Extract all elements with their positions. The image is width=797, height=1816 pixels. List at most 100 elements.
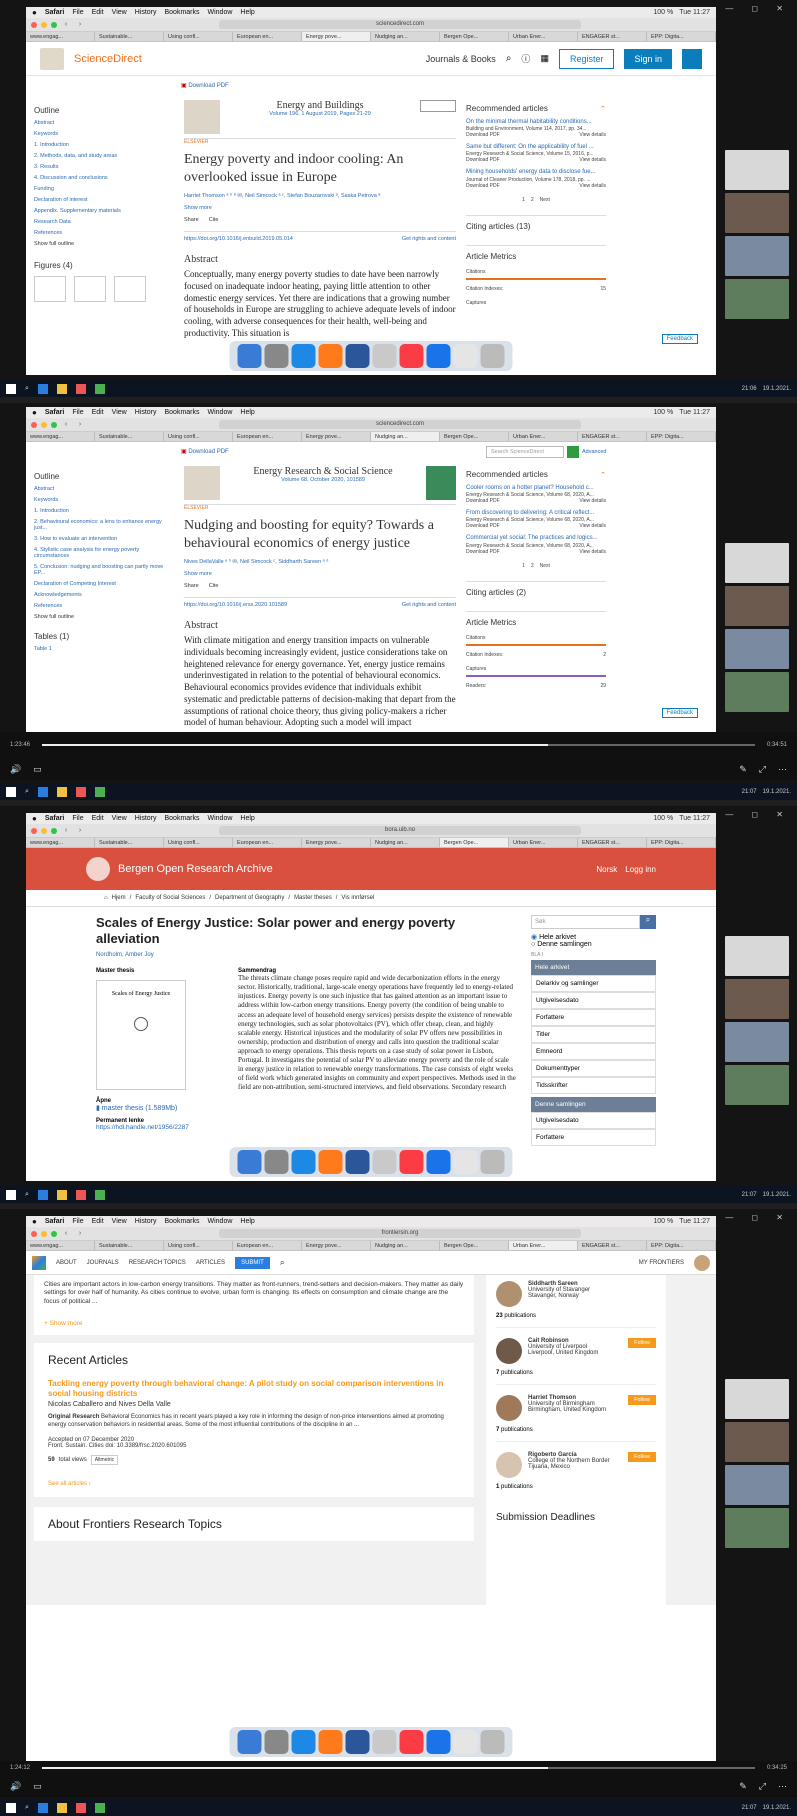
launchpad-icon[interactable] [264,344,289,368]
finder-icon[interactable] [237,1150,262,1174]
browse-item[interactable]: Dokumenttyper [531,1060,656,1077]
tab[interactable]: Nudging an... [371,838,440,847]
show-more-link[interactable]: + Show more [44,1320,464,1328]
nav-research-topics[interactable]: RESEARCH TOPICS [129,1260,186,1266]
menu-file[interactable]: File [72,1218,83,1225]
menu-view[interactable]: View [112,815,127,822]
doi-link[interactable]: https://doi.org/10.1016/j.enbuild.2019.0… [184,236,293,242]
tab[interactable]: www.engag... [26,32,95,41]
pen-icon[interactable]: ✎ [739,764,747,775]
taskbar-app-icon[interactable] [56,786,67,797]
back-icon[interactable]: ‹ [61,21,71,28]
recommended-item-title[interactable]: Commercial yet social: The practices and… [466,535,606,542]
trash-icon[interactable] [480,1150,505,1174]
launchpad-icon[interactable] [264,1150,289,1174]
tab[interactable]: Energy pove... [302,838,371,847]
menu-safari[interactable]: Safari [45,815,64,822]
trash-icon[interactable] [480,1730,505,1754]
collapse-icon[interactable]: ⌃ [600,471,606,479]
tab[interactable]: Urban Ener... [509,838,578,847]
tab[interactable]: Using confl... [164,32,233,41]
more-icon[interactable]: ⋯ [778,764,787,775]
thesis-file-link[interactable]: ▮ master thesis (1.589Mb) [96,1104,226,1112]
taskbar-app-icon[interactable] [75,383,86,394]
advanced-search-link[interactable]: Advanced [582,449,606,455]
minimize-dot-icon[interactable] [41,827,47,834]
pen-icon[interactable]: ✎ [739,1781,747,1792]
show-more-link[interactable]: Show more [184,205,456,211]
firefox-icon[interactable] [318,1150,343,1174]
tab[interactable]: Urban Ener... [509,432,578,441]
outline-item[interactable]: Keywords [34,131,164,137]
outline-item[interactable]: 1. Introduction [34,508,169,514]
finder-icon[interactable] [237,344,262,368]
address-bar[interactable]: sciencedirect.com [219,20,581,29]
menu-edit[interactable]: Edit [92,1218,104,1225]
window-controls[interactable]: — ◻ ✕ [725,1213,791,1222]
rec-download-pdf[interactable]: Download PDF [466,549,500,555]
pager-next[interactable]: Next [540,563,550,569]
tab[interactable]: Urban Ener... [509,32,578,41]
editor-avatar[interactable] [496,1452,522,1478]
register-button[interactable]: Register [558,48,615,69]
address-bar[interactable]: sciencedirect.com [219,420,581,429]
word-icon[interactable] [345,344,370,368]
taskbar-app-icon[interactable] [56,1189,67,1200]
taskbar-app-icon[interactable] [37,786,48,797]
follow-button[interactable]: Follow [628,1338,656,1348]
preview-icon[interactable] [372,344,397,368]
files-icon[interactable] [453,1150,478,1174]
sd-brand[interactable]: ScienceDirect [74,53,142,65]
zoom-icon[interactable] [426,344,451,368]
zoom-dot-icon[interactable] [51,1230,57,1237]
firefox-icon[interactable] [318,344,343,368]
video-progress-track[interactable] [42,744,755,746]
my-frontiers-link[interactable]: MY FRONTIERS [639,1260,684,1266]
figure-thumb[interactable] [114,276,146,302]
video-progress-track[interactable] [42,1767,755,1769]
files-icon[interactable] [453,344,478,368]
close-dot-icon[interactable] [31,421,37,428]
tab[interactable]: Nudging an... [371,32,440,41]
menu-file[interactable]: File [72,815,83,822]
menu-help[interactable]: Help [240,409,254,416]
tab[interactable]: Sustainable... [95,838,164,847]
menu-window[interactable]: Window [208,409,233,416]
tab[interactable]: ENGAGER st... [578,1241,647,1250]
figure-thumb[interactable] [74,276,106,302]
rec-download-pdf[interactable]: Download PDF [466,498,500,504]
safari-icon[interactable] [291,1730,316,1754]
browse-item[interactable]: Delarkiv og samlinger [531,975,656,992]
menu-window[interactable]: Window [208,815,233,822]
recent-article-title[interactable]: Tackling energy poverty through behavior… [48,1379,460,1399]
browse-item[interactable]: Emneord [531,1043,656,1060]
language-menu[interactable]: Norsk [596,865,617,874]
menu-safari[interactable]: Safari [45,1218,64,1225]
outline-item[interactable]: Declaration of interest [34,197,164,203]
outline-item[interactable]: References [34,603,169,609]
zoom-icon[interactable] [426,1150,451,1174]
tab[interactable]: EPP: Digita... [647,1241,716,1250]
menu-help[interactable]: Help [240,1218,254,1225]
fullscreen-icon[interactable]: ⤢ [759,764,766,775]
outline-item[interactable]: 2. Methods, data, and study areas [34,153,164,159]
menu-bookmarks[interactable]: Bookmarks [164,409,199,416]
browse-item[interactable]: Forfattere [531,1009,656,1026]
apple-icon[interactable]: ● [32,8,37,17]
search-icon[interactable]: ⌕ [506,53,512,64]
submit-button[interactable]: SUBMIT [235,1256,270,1269]
menu-help[interactable]: Help [240,815,254,822]
pager-1[interactable]: 1 [522,563,525,569]
pager-next[interactable]: Next [540,197,550,203]
browse-item[interactable]: Utgivelsesdato [531,1112,656,1129]
scope-option[interactable]: ◉ Hele arkivet [531,933,656,941]
tab[interactable]: ENGAGER st... [578,432,647,441]
tab[interactable]: Bergen Ope... [440,838,509,847]
rec-view-details[interactable]: View details [579,183,606,189]
outline-item[interactable]: 3. How to evaluate an intervention [34,536,169,542]
tab[interactable]: Urban Ener... [509,1241,578,1250]
share-button[interactable]: Share [184,583,199,589]
show-full-outline[interactable]: Show full outline [34,614,169,620]
zoom-dot-icon[interactable] [51,827,57,834]
rights-link[interactable]: Get rights and content [402,236,456,242]
